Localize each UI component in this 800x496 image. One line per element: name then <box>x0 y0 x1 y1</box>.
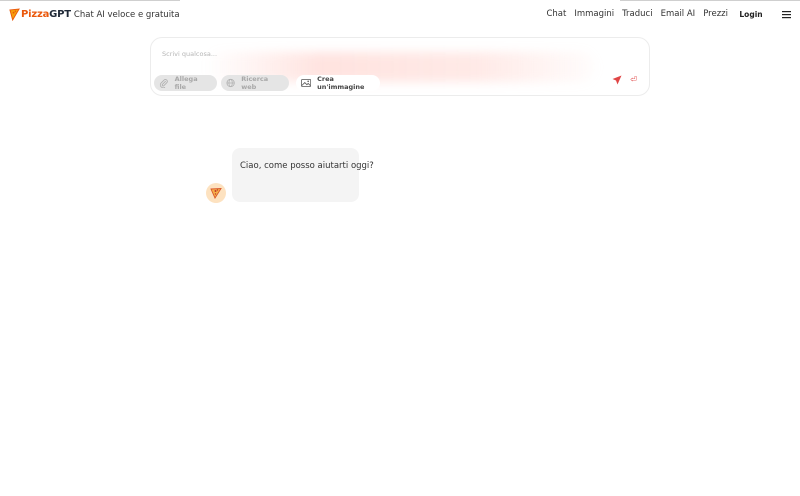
pizza-slice-icon <box>210 188 222 199</box>
nav-item-traduci[interactable]: Traduci <box>622 9 652 19</box>
nav-item-immagini[interactable]: Immagini <box>574 9 614 19</box>
enter-return-icon[interactable]: ⏎ <box>628 74 639 85</box>
pizza-slice-icon <box>9 8 20 21</box>
attach-file-label: Allega file <box>174 75 198 91</box>
create-image-button[interactable]: Crea un'immagine <box>296 75 380 91</box>
assistant-message-bubble <box>232 148 359 202</box>
assistant-message-text: Ciao, come posso aiutarti oggi? <box>240 161 374 171</box>
web-search-button[interactable]: Ricerca web <box>221 75 289 91</box>
top-header: PizzaGPT Chat AI veloce e gratuita Chat … <box>0 0 800 30</box>
create-image-label: Crea un'immagine <box>317 75 365 91</box>
send-button[interactable] <box>610 74 624 86</box>
paper-plane-icon <box>612 75 622 85</box>
brand-tagline: Chat AI veloce e gratuita <box>73 9 180 20</box>
paperclip-icon <box>159 79 168 88</box>
hamburger-menu-icon[interactable] <box>782 10 791 19</box>
login-button[interactable]: Login <box>736 8 766 22</box>
nav-item-email-ai[interactable]: Email AI <box>661 9 696 19</box>
brand[interactable]: PizzaGPT Chat AI veloce e gratuita <box>9 8 180 21</box>
globe-icon <box>226 78 235 88</box>
web-search-label: Ricerca web <box>241 75 269 91</box>
main-nav: Chat Immagini Traduci Email AI Prezzi <box>546 9 728 19</box>
nav-item-prezzi[interactable]: Prezzi <box>703 9 728 19</box>
nav-item-chat[interactable]: Chat <box>546 9 566 19</box>
assistant-avatar <box>206 183 226 203</box>
message-input[interactable] <box>162 48 582 60</box>
brand-name: PizzaGPT <box>21 9 71 20</box>
image-icon <box>301 79 312 87</box>
attach-file-button[interactable]: Allega file <box>154 75 217 91</box>
